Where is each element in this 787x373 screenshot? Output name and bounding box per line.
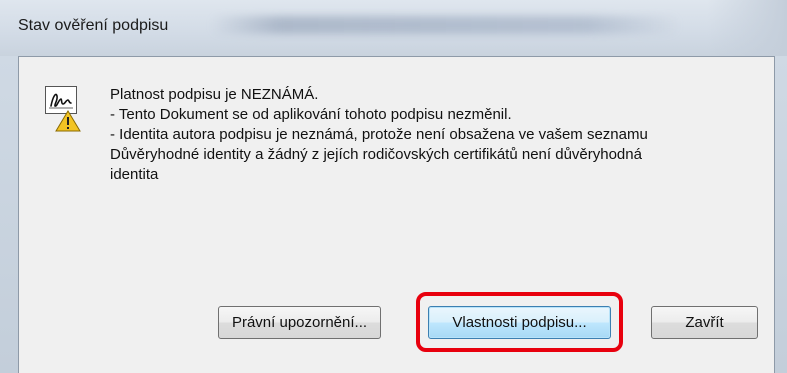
message-line: identita <box>110 166 159 183</box>
legal-notice-button[interactable]: Právní upozornění... <box>218 306 381 339</box>
signature-properties-button[interactable]: Vlastnosti podpisu... <box>428 306 611 339</box>
window-frame-right <box>775 56 787 373</box>
message-line: - Identita autora podpisu je neznámá, pr… <box>110 126 648 143</box>
message-line: - Tento Dokument se od aplikování tohoto… <box>110 106 512 123</box>
blurred-title-text <box>210 16 680 34</box>
verification-message: Platnost podpisu je NEZNÁMÁ. - Tento Dok… <box>110 85 760 185</box>
message-heading: Platnost podpisu je NEZNÁMÁ. <box>110 86 319 103</box>
message-line: Důvěryhodné identity a žádný z jejích ro… <box>110 146 642 163</box>
window-title: Stav ověření podpisu <box>18 17 169 34</box>
close-button[interactable]: Zavřít <box>651 306 758 339</box>
window-frame-left <box>0 56 18 373</box>
title-bar-fade <box>707 0 787 56</box>
title-bar[interactable]: Stav ověření podpisu <box>0 0 787 56</box>
signature-warning-icon <box>45 86 81 132</box>
